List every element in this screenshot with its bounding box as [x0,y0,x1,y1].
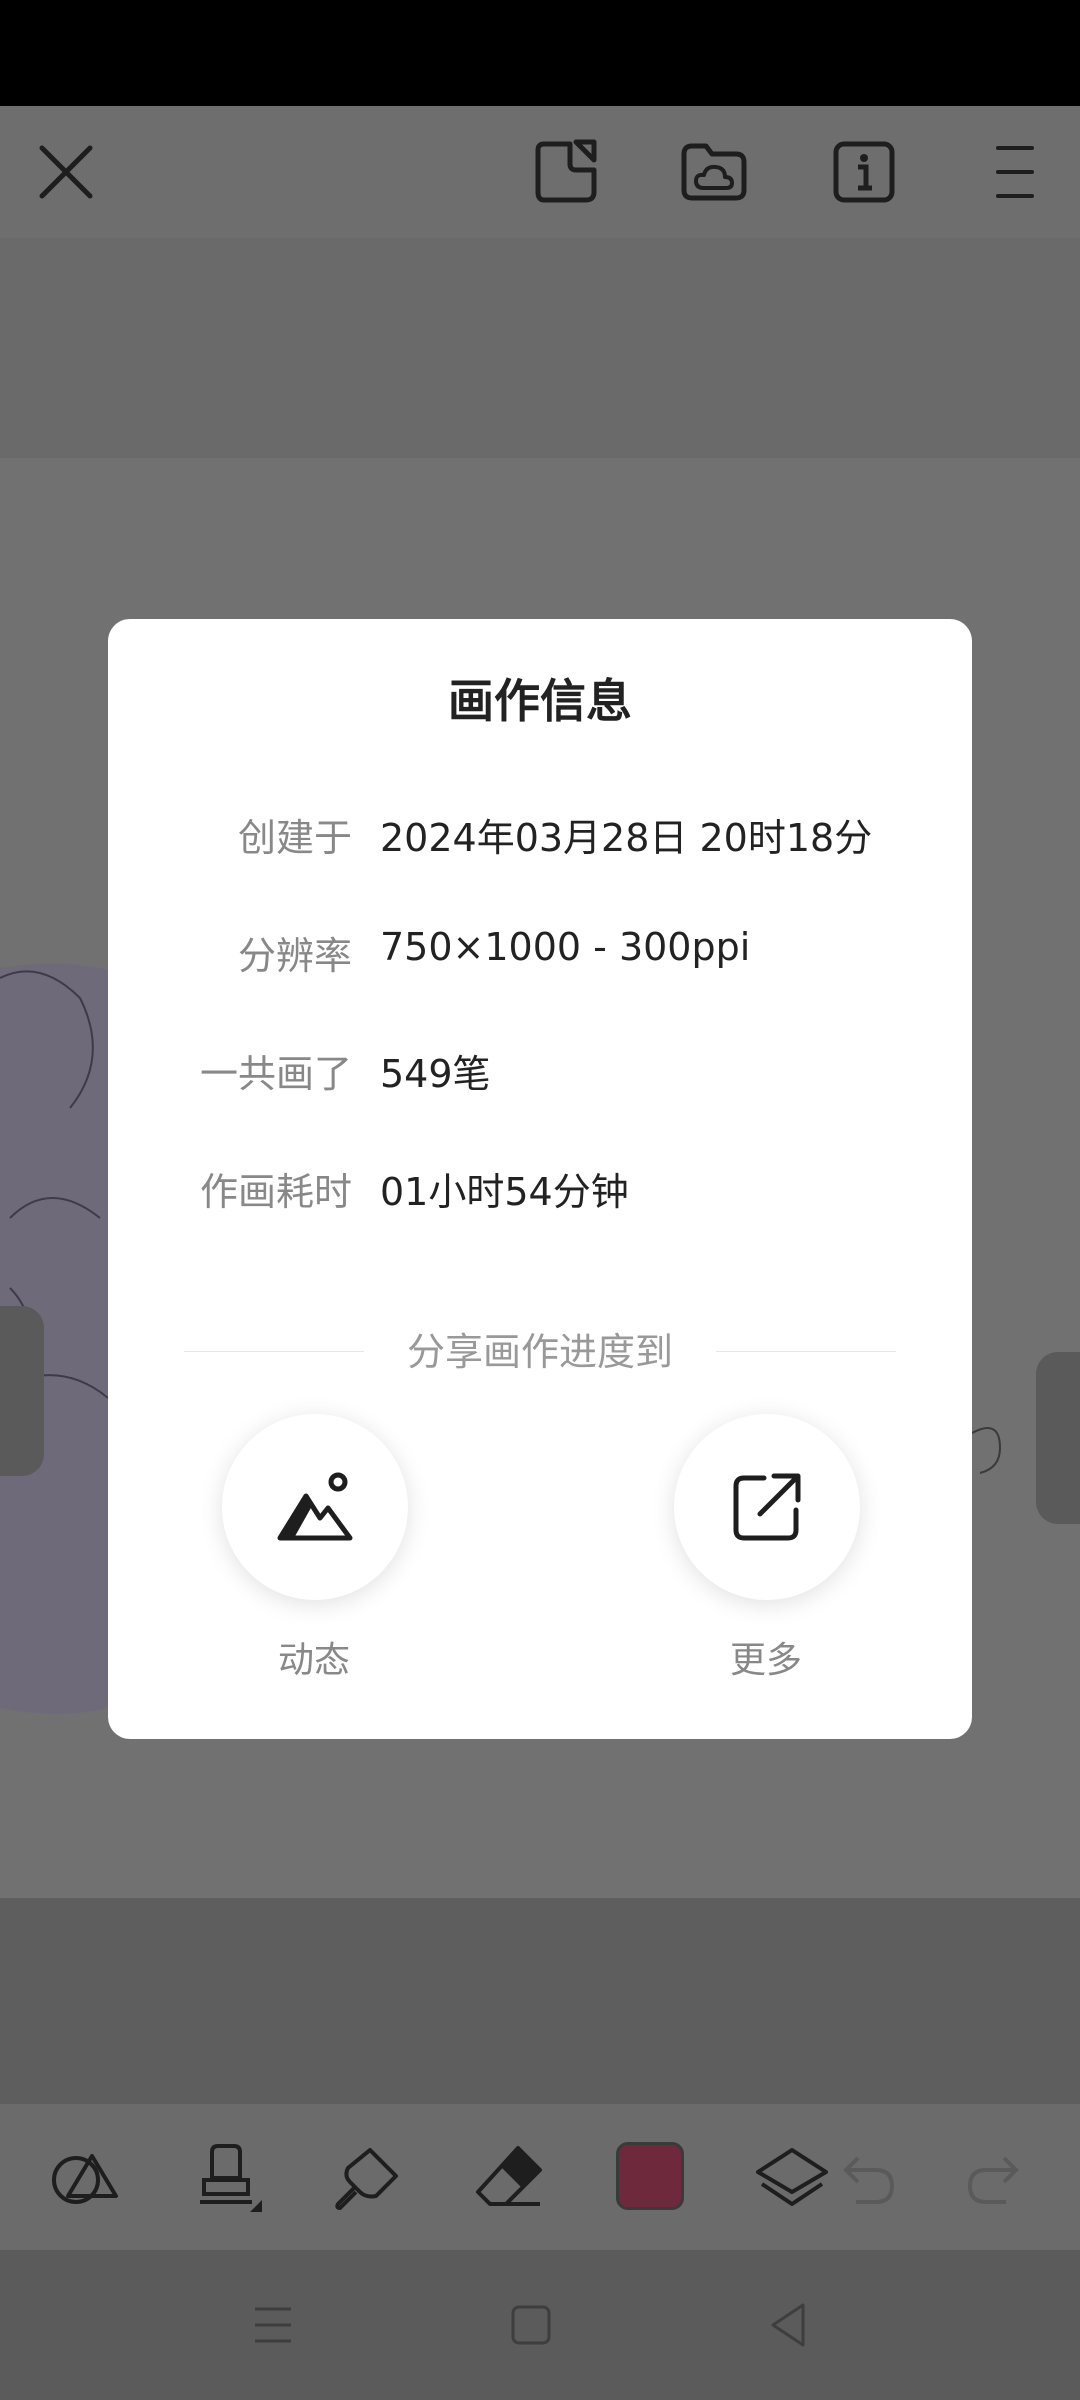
menu-icon [996,146,1034,198]
cloud-folder-icon [681,143,747,201]
info-row-strokes: 一共画了 549笔 [108,1043,972,1103]
top-toolbar [0,106,1080,238]
artwork-info-dialog: 画作信息 创建于 2024年03月28日 20时18分 分辨率 750×1000… [108,619,972,1739]
system-nav-bar [0,2250,1080,2400]
external-share-icon [733,1473,801,1541]
bottom-toolbar [0,2104,1080,2250]
info-value: 01小时54分钟 [380,1170,629,1214]
close-button[interactable] [26,132,106,212]
info-label: 一共画了 [199,1052,352,1096]
shapes-icon [52,2154,118,2204]
color-swatch[interactable] [616,2142,684,2210]
stamp-icon [200,2144,262,2212]
share-heading: 分享画作进度到 [406,1330,673,1374]
close-icon [39,145,93,199]
status-bar [0,0,1080,106]
stamp-tool[interactable] [186,2138,266,2218]
recents-icon [255,2307,291,2343]
mountain-image-icon [277,1472,353,1541]
left-slider-handle[interactable] [0,1306,44,1476]
share-moments-button[interactable] [222,1414,408,1600]
shapes-tool[interactable] [44,2138,124,2218]
eraser-icon [476,2146,542,2206]
home-button[interactable] [496,2290,566,2360]
dialog-title: 画作信息 [448,674,632,728]
layers-tool[interactable] [752,2138,832,2218]
redo-button[interactable] [956,2138,1036,2218]
layers-icon [756,2148,828,2206]
back-button[interactable] [754,2290,824,2360]
info-row-created: 创建于 2024年03月28日 20时18分 [108,807,972,867]
info-row-resolution: 分辨率 750×1000 - 300ppi [108,925,972,985]
info-label: 作画耗时 [199,1170,352,1214]
back-icon [771,2303,805,2347]
divider-line [716,1351,896,1352]
share-moments-label: 动态 [277,1640,350,1681]
info-button[interactable] [824,132,904,212]
share-more-button[interactable] [674,1414,860,1600]
undo-button[interactable] [826,2138,906,2218]
undo-icon [843,2156,895,2204]
share-more-label: 更多 [729,1640,802,1681]
cloud-folder-button[interactable] [674,132,754,212]
info-icon [833,141,895,203]
eraser-tool[interactable] [468,2138,548,2218]
info-value: 549笔 [380,1052,491,1096]
info-label: 创建于 [237,816,352,860]
home-icon [511,2305,551,2345]
menu-button[interactable] [974,132,1054,212]
sticker-icon [535,139,597,203]
redo-icon [967,2156,1019,2204]
info-label: 分辨率 [237,934,352,978]
info-value: 2024年03月28日 20时18分 [380,816,873,860]
workspace-bottom-margin [0,1898,1080,2104]
brush-icon [335,2148,398,2211]
right-slider-handle[interactable] [1036,1352,1080,1524]
workspace-top-margin [0,238,1080,458]
info-value: 750×1000 - 300ppi [380,925,751,969]
share-divider: 分享画作进度到 [184,1321,896,1381]
brush-tool[interactable] [326,2138,406,2218]
info-row-duration: 作画耗时 01小时54分钟 [108,1161,972,1221]
recents-button[interactable] [238,2290,308,2360]
sticker-button[interactable] [526,132,606,212]
